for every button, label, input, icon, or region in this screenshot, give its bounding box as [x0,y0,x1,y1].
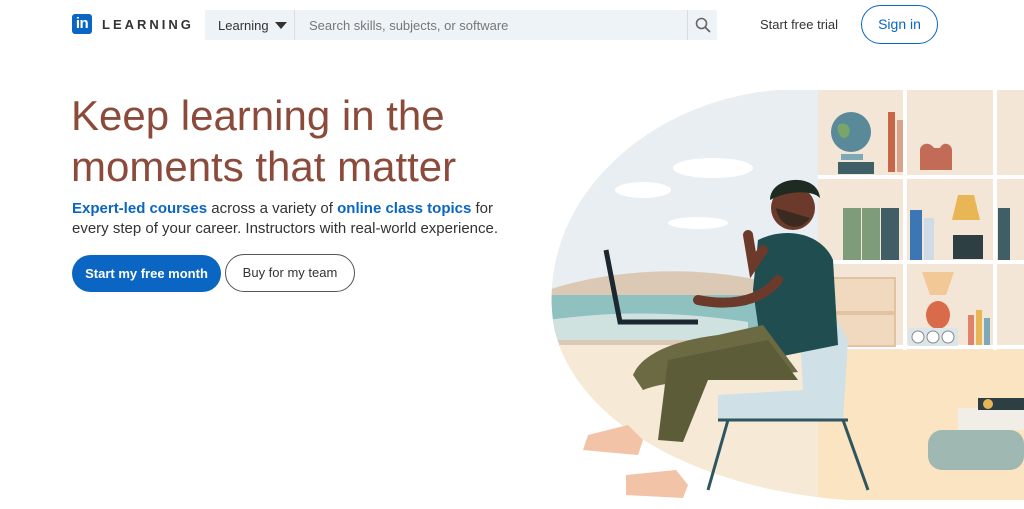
linkedin-learning-logo[interactable]: in LEARNING [72,14,194,34]
linkedin-logo-icon: in [72,14,92,34]
search-button[interactable] [687,10,717,40]
search-icon [695,17,710,33]
expert-led-courses-link[interactable]: Expert-led courses [72,200,207,217]
buy-for-team-button[interactable]: Buy for my team [225,254,355,292]
subtext-part1: across a variety of [207,200,338,217]
caret-down-icon [274,21,287,29]
search-category-dropdown[interactable]: Learning [205,10,295,40]
top-nav: in LEARNING Learning Start free trial Si… [0,0,1024,50]
start-free-trial-link[interactable]: Start free trial [760,17,838,32]
logo-text: LEARNING [102,16,194,32]
start-free-month-button[interactable]: Start my free month [72,255,221,292]
hero-illustration [551,90,1024,500]
search-category-label: Learning [218,17,269,33]
sign-in-button[interactable]: Sign in [861,5,938,44]
hero-subtext: Expert-led courses across a variety of o… [72,199,532,239]
search-input[interactable] [295,10,687,40]
online-class-topics-link[interactable]: online class topics [337,200,471,217]
hero-headline: Keep learning in the moments that matter [71,92,457,190]
search-bar: Learning [205,10,717,40]
